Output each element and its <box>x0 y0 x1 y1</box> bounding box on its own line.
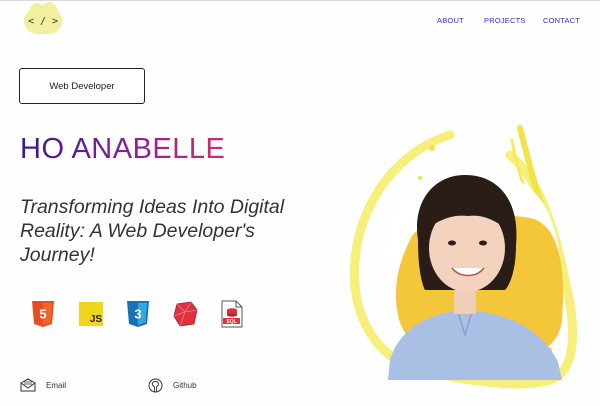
css3-icon: 3 <box>127 301 149 327</box>
sql-file-icon: SQL <box>221 300 243 328</box>
hero-tagline: Transforming Ideas Into Digital Reality:… <box>20 196 285 266</box>
logo[interactable]: < / > <box>24 2 62 34</box>
github-label: Github <box>173 381 197 390</box>
ruby-icon <box>173 301 198 327</box>
nav-about[interactable]: ABOUT <box>437 16 464 25</box>
html5-icon: 5 <box>32 301 54 327</box>
web-developer-button[interactable]: Web Developer <box>19 68 145 104</box>
javascript-icon: JS <box>79 302 103 326</box>
code-icon: < / > <box>27 15 59 27</box>
github-icon <box>148 378 163 393</box>
javascript-icon-text: JS <box>90 314 103 325</box>
sql-file-icon-text: SQL <box>226 319 236 325</box>
hero-name: HO ANABELLE <box>20 133 226 165</box>
role-label: Web Developer <box>49 80 115 92</box>
portrait-illustration <box>349 125 578 389</box>
github-contact[interactable]: Github <box>148 378 197 393</box>
nav-contact[interactable]: CONTACT <box>543 16 580 25</box>
css3-icon-text: 3 <box>134 307 141 322</box>
email-icon <box>20 378 36 392</box>
html5-icon-text: 5 <box>39 307 46 322</box>
nav-projects[interactable]: PROJECTS <box>484 16 526 25</box>
email-label: Email <box>46 380 67 390</box>
email-contact[interactable]: Email <box>20 378 66 392</box>
top-border <box>0 0 600 1</box>
